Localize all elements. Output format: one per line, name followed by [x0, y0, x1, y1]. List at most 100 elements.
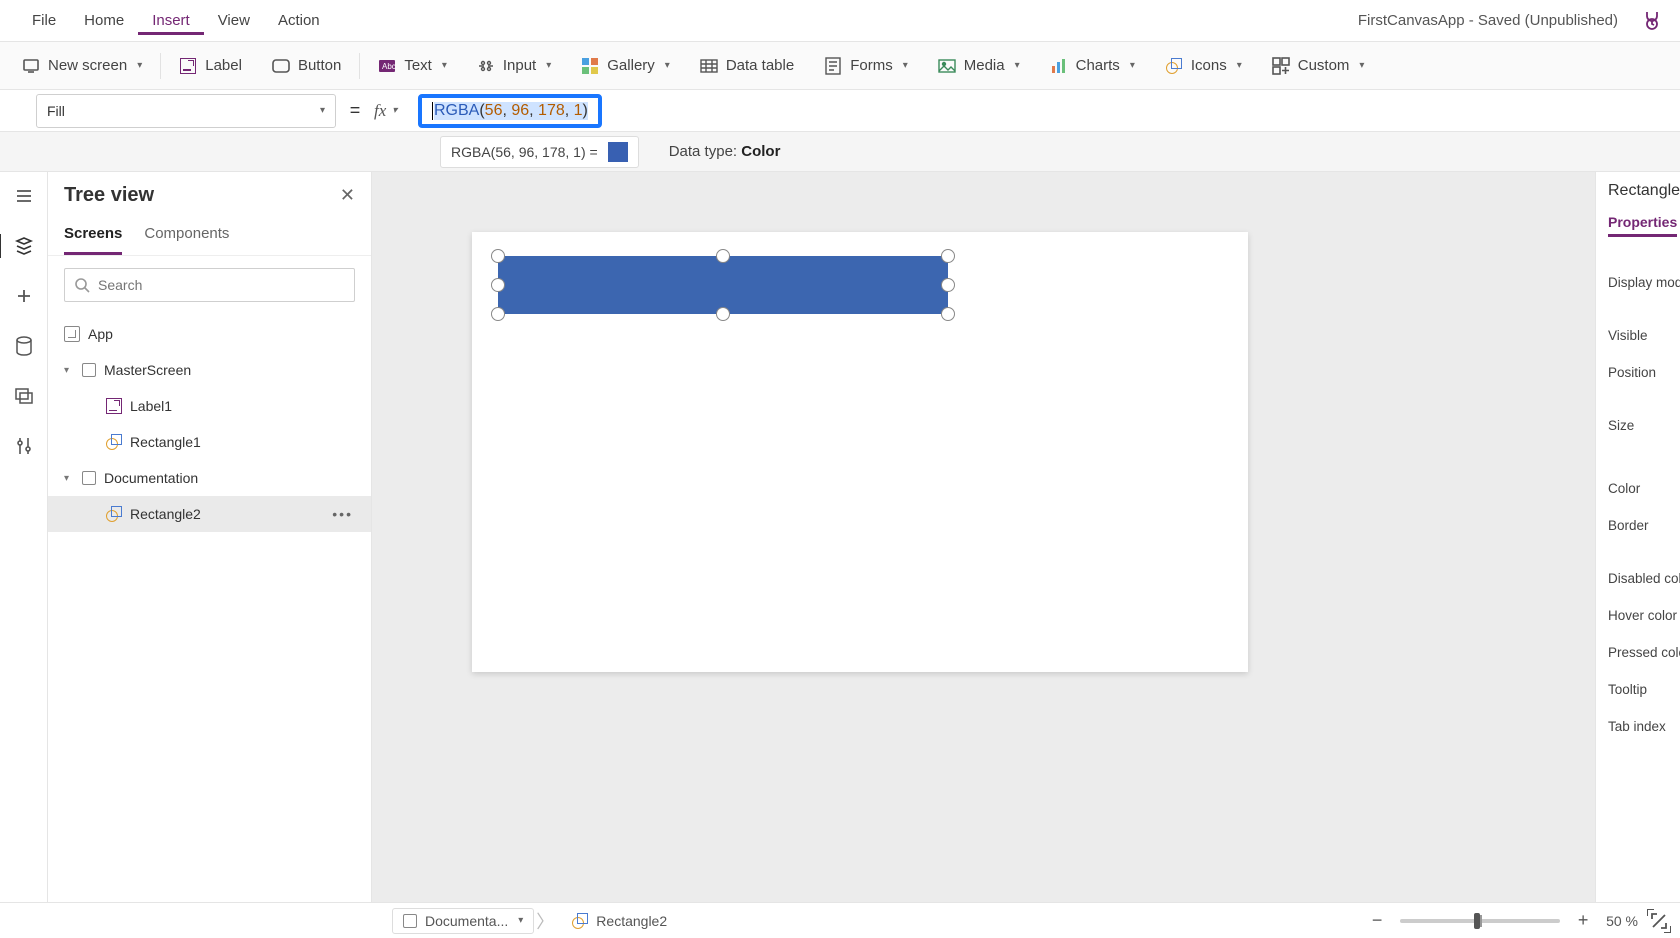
menu-view[interactable]: View	[204, 6, 264, 35]
prop-row[interactable]: Color	[1608, 481, 1680, 496]
tree-search-input[interactable]	[98, 277, 344, 293]
resize-handle-s[interactable]	[716, 307, 730, 321]
resize-handle-se[interactable]	[941, 307, 955, 321]
menu-file[interactable]: File	[18, 6, 70, 35]
tab-screens[interactable]: Screens	[64, 219, 122, 255]
chevron-down-icon: ▾	[1359, 60, 1364, 71]
chevron-down-icon[interactable]: ▾	[64, 365, 74, 376]
text-button[interactable]: Abc Text ▾	[366, 51, 459, 81]
chevron-down-icon: ▾	[137, 60, 142, 71]
tab-properties[interactable]: Properties	[1608, 214, 1677, 237]
resize-handle-nw[interactable]	[491, 249, 505, 263]
formula-result-bar: RGBA(56, 96, 178, 1) = Data type: Color	[0, 132, 1680, 172]
prop-row[interactable]: Position	[1608, 365, 1680, 380]
gallery-button[interactable]: Gallery ▾	[569, 51, 682, 81]
button-icon	[272, 57, 290, 75]
prop-row[interactable]: Pressed color	[1608, 645, 1680, 660]
media-pane-icon[interactable]	[10, 382, 38, 410]
label-button[interactable]: Label	[167, 51, 254, 81]
formula-text: RGBA(56, 96, 178, 1)	[418, 94, 602, 128]
forms-button[interactable]: Forms ▾	[812, 51, 920, 81]
hamburger-icon[interactable]	[10, 182, 38, 210]
custom-button[interactable]: Custom ▾	[1260, 51, 1377, 81]
media-button[interactable]: Media ▾	[926, 51, 1032, 81]
screen-icon	[403, 914, 417, 928]
artboard[interactable]	[472, 232, 1248, 672]
close-icon[interactable]: ✕	[340, 185, 355, 206]
canvas-area[interactable]	[372, 172, 1595, 902]
shape-icon	[106, 434, 122, 450]
resize-handle-ne[interactable]	[941, 249, 955, 263]
table-icon	[700, 57, 718, 75]
resize-handle-w[interactable]	[491, 278, 505, 292]
app-icon	[64, 326, 80, 342]
prop-row[interactable]: Visible	[1608, 328, 1680, 343]
tree-label: App	[88, 326, 113, 342]
gallery-label: Gallery	[607, 57, 655, 74]
prop-row[interactable]: Tab index	[1608, 719, 1680, 734]
new-screen-button[interactable]: New screen ▾	[10, 51, 154, 81]
prop-row[interactable]: Tooltip	[1608, 682, 1680, 697]
menu-bar: File Home Insert View Action FirstCanvas…	[0, 0, 1680, 42]
advanced-tools-icon[interactable]	[10, 432, 38, 460]
fullscreen-icon[interactable]	[1650, 912, 1668, 930]
app-checker-icon[interactable]	[1638, 9, 1662, 33]
chevron-down-icon[interactable]: ▾	[64, 473, 74, 484]
shape-icon	[106, 506, 122, 522]
input-button[interactable]: Input ▾	[465, 51, 563, 81]
menu-action[interactable]: Action	[264, 6, 334, 35]
selected-rectangle[interactable]	[498, 256, 948, 314]
tree-node-control[interactable]: Rectangle1	[48, 424, 371, 460]
tree-node-control[interactable]: Label1	[48, 388, 371, 424]
menu-home[interactable]: Home	[70, 6, 138, 35]
formula-result-chip[interactable]: RGBA(56, 96, 178, 1) =	[440, 136, 639, 168]
data-table-button[interactable]: Data table	[688, 51, 806, 81]
icons-label: Icons	[1191, 57, 1227, 74]
chevron-down-icon: ▾	[665, 60, 670, 71]
resize-handle-n[interactable]	[716, 249, 730, 263]
zoom-out-button[interactable]: −	[1366, 910, 1388, 931]
charts-icon	[1050, 57, 1068, 75]
gallery-icon	[581, 57, 599, 75]
data-pane-icon[interactable]	[10, 332, 38, 360]
prop-row[interactable]: Border	[1608, 518, 1680, 533]
tree-label: Label1	[130, 398, 172, 414]
tree-label: Documentation	[104, 470, 198, 486]
tab-components[interactable]: Components	[144, 219, 229, 255]
tree-node-app[interactable]: App	[48, 316, 371, 352]
new-screen-label: New screen	[48, 57, 127, 74]
tree-node-screen[interactable]: ▾ MasterScreen	[48, 352, 371, 388]
prop-row[interactable]: Size	[1608, 418, 1680, 433]
formula-input[interactable]: RGBA(56, 96, 178, 1)	[414, 92, 1680, 130]
text-label: Text	[404, 57, 432, 74]
zoom-in-button[interactable]: +	[1572, 910, 1594, 931]
fx-button[interactable]: fx▾	[374, 101, 414, 121]
tree-search[interactable]	[64, 268, 355, 302]
prop-row[interactable]: Hover color	[1608, 608, 1680, 623]
charts-button[interactable]: Charts ▾	[1038, 51, 1147, 81]
prop-row[interactable]: Disabled color	[1608, 571, 1680, 586]
zoom-slider[interactable]	[1400, 919, 1560, 923]
resize-handle-sw[interactable]	[491, 307, 505, 321]
label-label: Label	[205, 57, 242, 74]
tree-view-icon[interactable]	[10, 232, 38, 260]
input-icon	[477, 57, 495, 75]
tree-view-panel: Tree view ✕ Screens Components App ▾ Mas…	[48, 172, 372, 902]
menu-insert[interactable]: Insert	[138, 6, 204, 35]
prop-row[interactable]: Display mode	[1608, 275, 1680, 290]
insert-pane-icon[interactable]	[10, 282, 38, 310]
tree-node-screen[interactable]: ▾ Documentation	[48, 460, 371, 496]
more-icon[interactable]: •••	[332, 506, 371, 522]
breadcrumb-screen[interactable]: Documenta... ▾	[392, 908, 534, 934]
property-selector[interactable]: Fill ▾	[36, 94, 336, 128]
zoom-control: − + 50 %	[1366, 910, 1668, 931]
left-rail	[0, 172, 48, 902]
button-button[interactable]: Button	[260, 51, 353, 81]
icons-button[interactable]: Icons ▾	[1153, 51, 1254, 81]
breadcrumb-control[interactable]: Rectangle2	[562, 909, 677, 933]
resize-handle-e[interactable]	[941, 278, 955, 292]
data-type-label: Data type: Color	[669, 143, 781, 160]
tree-node-control-selected[interactable]: Rectangle2 •••	[48, 496, 371, 532]
button-label: Button	[298, 57, 341, 74]
media-icon	[938, 57, 956, 75]
